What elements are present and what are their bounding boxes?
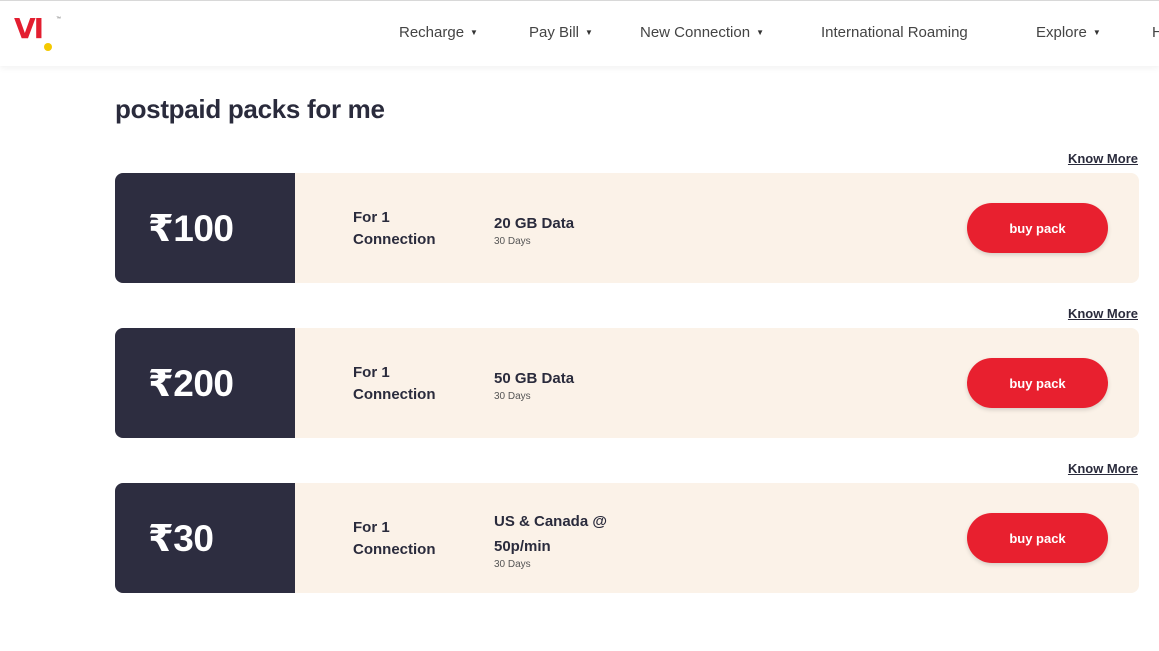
know-more-link[interactable]: Know More <box>1068 151 1138 166</box>
nav-item-pay-bill[interactable]: Pay Bill ▼ <box>529 23 593 43</box>
nav-label: Explore <box>1036 24 1087 41</box>
pack-card: ₹200 For 1 Connection 50 GB Data 30 Days… <box>115 328 1139 438</box>
nav-label: Pay Bill <box>529 24 580 41</box>
benefit-title: 50 GB Data <box>494 370 575 387</box>
nav-label: H <box>1152 24 1159 41</box>
benefit-validity: 30 Days <box>494 559 531 570</box>
page-title: postpaid packs for me <box>115 94 385 124</box>
pack-connection: For 1 Connection <box>353 364 436 403</box>
chevron-down-icon: ▼ <box>585 28 593 37</box>
buy-pack-button[interactable]: buy pack <box>967 513 1108 563</box>
benefit-validity: 30 Days <box>494 236 531 247</box>
logo-dot-icon <box>44 43 52 51</box>
vi-logo[interactable]: VI ™ <box>14 15 62 55</box>
nav-item-new-connection[interactable]: New Connection ▼ <box>640 23 764 43</box>
nav-item-recharge[interactable]: Recharge ▼ <box>399 23 478 43</box>
know-more-link[interactable]: Know More <box>1068 461 1138 476</box>
nav-label: New Connection <box>640 24 751 41</box>
trademark-icon: ™ <box>56 16 61 22</box>
logo-text: VI <box>14 12 44 45</box>
nav-item-truncated[interactable]: H <box>1152 23 1159 43</box>
buy-pack-button[interactable]: buy pack <box>967 358 1108 408</box>
chevron-down-icon: ▼ <box>1092 28 1101 37</box>
nav-item-explore[interactable]: Explore ▼ <box>1036 23 1101 43</box>
chevron-down-icon: ▼ <box>756 28 764 37</box>
know-more-link[interactable]: Know More <box>1068 306 1138 321</box>
nav-label: International Roaming <box>821 24 968 41</box>
pack-connection: For 1 Connection <box>353 209 436 248</box>
benefit-validity: 30 Days <box>494 391 531 402</box>
nav-label: Recharge <box>399 24 465 41</box>
benefit-title: 20 GB Data <box>494 215 575 232</box>
top-navigation-bar: VI ™ Recharge ▼ Pay Bill ▼ New Connection ▼… <box>0 0 1159 66</box>
pack-card: ₹30 For 1 Connection US & Canada @ 50p/m… <box>115 483 1139 593</box>
buy-pack-button[interactable]: buy pack <box>967 203 1108 253</box>
pack-price: ₹30 <box>115 483 295 593</box>
pack-price: ₹100 <box>115 173 295 283</box>
pack-benefit: US & Canada @ 50p/min 30 Days <box>494 509 624 571</box>
pack-benefit: 20 GB Data 30 Days <box>494 211 634 248</box>
pack-connection: For 1 Connection <box>353 519 436 558</box>
benefit-title: US & Canada @ 50p/min <box>494 513 607 555</box>
pack-benefit: 50 GB Data 30 Days <box>494 366 634 403</box>
nav-item-international-roaming[interactable]: International Roaming <box>821 23 968 43</box>
chevron-down-icon: ▼ <box>470 28 478 37</box>
pack-card: ₹100 For 1 Connection 20 GB Data 30 Days… <box>115 173 1139 283</box>
pack-price: ₹200 <box>115 328 295 438</box>
